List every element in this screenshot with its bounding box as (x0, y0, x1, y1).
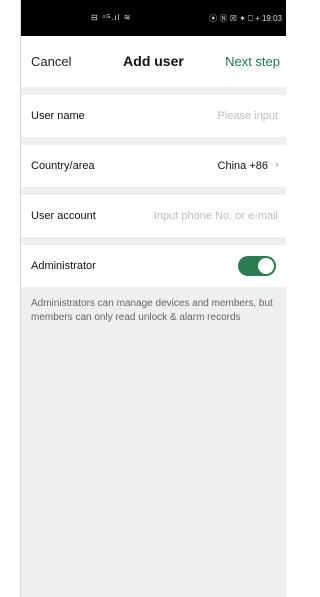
chevron-right-icon: › (275, 159, 279, 171)
user-name-row: User name (21, 95, 286, 137)
user-account-label: User account (31, 210, 96, 222)
status-right-icons-time: ⦿ Ⓝ ☒ ✶ ⎕ + 19:03 (209, 14, 282, 23)
user-name-label: User name (31, 110, 85, 122)
divider (21, 87, 286, 95)
user-account-input[interactable] (138, 204, 278, 228)
nav-bar: Cancel Add user Next step (21, 36, 286, 87)
country-area-label: Country/area (31, 160, 95, 172)
user-name-input[interactable] (138, 104, 278, 128)
country-area-row[interactable]: Country/area China +86 › (21, 145, 286, 187)
administrator-note: Administrators can manage devices and me… (31, 298, 273, 323)
divider (21, 237, 286, 245)
toggle-knob (258, 258, 274, 274)
app-screen: ⊟ ⁴ᴳ.ıl ≋ ⦿ Ⓝ ☒ ✶ ⎕ + 19:03 Cancel Add u… (20, 0, 286, 597)
next-step-button[interactable]: Next step (225, 54, 280, 69)
divider (21, 137, 286, 145)
status-signal-icons: ⊟ ⁴ᴳ.ıl ≋ (91, 13, 132, 22)
administrator-label: Administrator (31, 260, 96, 272)
administrator-row: Administrator (21, 245, 286, 287)
administrator-toggle[interactable] (238, 256, 276, 276)
user-account-row: User account (21, 195, 286, 237)
country-area-value: China +86 (217, 160, 268, 172)
divider (21, 187, 286, 195)
status-bar: ⊟ ⁴ᴳ.ıl ≋ ⦿ Ⓝ ☒ ✶ ⎕ + 19:03 (21, 0, 286, 36)
